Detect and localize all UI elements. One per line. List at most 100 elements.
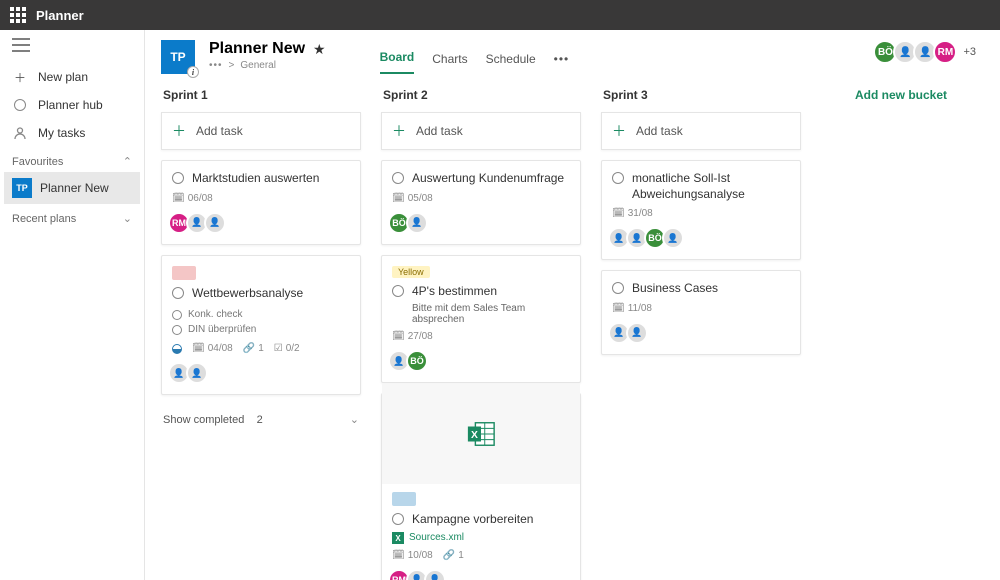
checklist-icon: ☑ [274, 343, 283, 354]
nav-label: New plan [38, 70, 88, 84]
complete-toggle[interactable] [172, 287, 184, 299]
section-label: Recent plans [12, 213, 76, 225]
task-card[interactable]: X Kampagne vorbereiten X Sources.xml 🗓10… [381, 393, 581, 580]
category-swatch [172, 266, 196, 280]
assignee-avatar[interactable]: 👤 [406, 212, 428, 234]
tab-charts[interactable]: Charts [432, 52, 467, 74]
show-completed-toggle[interactable]: Show completed 2 ⌄ [161, 405, 361, 434]
excel-icon: X [466, 419, 496, 449]
attachment-icon: 🔗 [243, 343, 255, 354]
task-card[interactable]: Auswertung Kundenumfrage 🗓05/08 BÖ 👤 [381, 160, 581, 245]
task-title: Marktstudien auswerten [192, 171, 319, 187]
plan-header: TP i Planner New ★ ••• > General Board C… [145, 30, 1000, 74]
checklist-item[interactable]: DIN überprüfen [172, 322, 350, 337]
assignee-list[interactable]: 👤 👤 [612, 322, 790, 344]
assignee-avatar[interactable]: 👤 [204, 212, 226, 234]
favourites-section-toggle[interactable]: Favourites ⌃ [0, 147, 144, 172]
attachment-link[interactable]: X Sources.xml [392, 532, 570, 544]
task-title: monatliche Soll-Ist Abweichungsanalyse [632, 171, 790, 202]
calendar-icon: 🗓 [192, 343, 205, 354]
attachment-preview: X [382, 384, 580, 484]
svg-text:X: X [395, 534, 401, 543]
svg-text:X: X [471, 430, 478, 441]
add-task-label: Add task [416, 124, 463, 138]
chevron-down-icon: ⌄ [350, 413, 359, 426]
task-title: Wettbewerbsanalyse [192, 286, 303, 302]
left-nav: ＋ New plan Planner hub My tasks Favourit… [0, 30, 145, 580]
nav-planner-hub[interactable]: Planner hub [0, 91, 144, 119]
bucket-title[interactable]: Sprint 1 [161, 84, 361, 112]
breadcrumb[interactable]: ••• > General [209, 60, 326, 71]
assignee-list[interactable]: 👤 👤 BÖ 👤 [612, 227, 790, 249]
assignee-list[interactable]: RM 👤 👤 [172, 212, 350, 234]
assignee-avatar[interactable]: 👤 [626, 322, 648, 344]
complete-toggle[interactable] [612, 172, 624, 184]
view-tabs: Board Charts Schedule ••• [380, 40, 570, 74]
assignee-list[interactable]: RM 👤 👤 [392, 569, 570, 580]
section-label: Favourites [12, 156, 63, 168]
board: Sprint 1 ＋ Add task Marktstudien auswert… [145, 74, 1000, 580]
breadcrumb-separator: > [229, 60, 235, 71]
add-task-button[interactable]: ＋ Add task [161, 112, 361, 150]
members-facepile[interactable]: BÖ 👤 👤 RM +3 [877, 40, 984, 64]
bucket: Sprint 1 ＋ Add task Marktstudien auswert… [161, 84, 361, 434]
bucket: Sprint 2 ＋ Add task Auswertung Kundenumf… [381, 84, 581, 580]
nav-label: My tasks [38, 126, 85, 140]
info-badge-icon[interactable]: i [187, 66, 199, 78]
bucket-title[interactable]: Sprint 3 [601, 84, 801, 112]
task-card[interactable]: monatliche Soll-Ist Abweichungsanalyse 🗓… [601, 160, 801, 260]
collapse-nav-button[interactable] [0, 30, 144, 63]
plus-icon: ＋ [612, 121, 626, 141]
add-task-label: Add task [636, 124, 683, 138]
add-task-button[interactable]: ＋ Add task [381, 112, 581, 150]
task-card[interactable]: Wettbewerbsanalyse Konk. check DIN überp… [161, 255, 361, 396]
complete-toggle[interactable] [392, 285, 404, 297]
bucket: Sprint 3 ＋ Add task monatliche Soll-Ist … [601, 84, 801, 365]
app-launcher-icon[interactable] [10, 7, 26, 23]
plan-tile-icon: TP i [161, 40, 195, 74]
tab-more-icon[interactable]: ••• [554, 52, 570, 74]
favourite-plan-label: Planner New [40, 181, 109, 195]
complete-toggle[interactable] [392, 172, 404, 184]
complete-toggle[interactable] [392, 513, 404, 525]
favourite-plan-item[interactable]: TP Planner New [4, 172, 140, 204]
add-task-button[interactable]: ＋ Add task [601, 112, 801, 150]
nav-new-plan[interactable]: ＋ New plan [0, 63, 144, 91]
calendar-icon: 🗓 [392, 550, 405, 561]
assignee-list[interactable]: 👤 👤 [172, 362, 350, 384]
complete-toggle[interactable] [172, 172, 184, 184]
favourite-star-icon[interactable]: ★ [313, 41, 326, 58]
assignee-avatar[interactable]: 👤 [424, 569, 446, 580]
complete-toggle[interactable] [612, 282, 624, 294]
checklist-item[interactable]: Konk. check [172, 307, 350, 322]
calendar-icon: 🗓 [392, 193, 405, 204]
add-bucket-button[interactable]: Add new bucket [851, 84, 951, 106]
due-date: 🗓11/08 [612, 303, 652, 314]
recent-section-toggle[interactable]: Recent plans ⌄ [0, 204, 144, 229]
task-note: Bitte mit dem Sales Team absprechen [412, 303, 570, 325]
attachment-count: 🔗1 [443, 550, 464, 561]
assignee-list[interactable]: 👤 BÖ [392, 350, 570, 372]
tab-board[interactable]: Board [380, 50, 415, 74]
assignee-avatar[interactable]: 👤 [186, 362, 208, 384]
person-icon [12, 125, 28, 141]
task-title: Business Cases [632, 281, 718, 297]
task-card[interactable]: Business Cases 🗓11/08 👤 👤 [601, 270, 801, 355]
member-avatar[interactable]: RM [933, 40, 957, 64]
tab-schedule[interactable]: Schedule [486, 52, 536, 74]
checklist: Konk. check DIN überprüfen [172, 307, 350, 337]
suite-header: Planner [0, 0, 1000, 30]
member-overflow-count[interactable]: +3 [963, 46, 976, 58]
task-card[interactable]: Marktstudien auswerten 🗓 06/08 RM 👤 👤 [161, 160, 361, 245]
assignee-list[interactable]: BÖ 👤 [392, 212, 570, 234]
breadcrumb-group: General [240, 60, 276, 71]
plan-title: Planner New [209, 40, 305, 58]
nav-my-tasks[interactable]: My tasks [0, 119, 144, 147]
checklist-count: ☑0/2 [274, 343, 300, 354]
due-date: 🗓 06/08 [172, 193, 213, 204]
assignee-avatar[interactable]: 👤 [662, 227, 684, 249]
task-card[interactable]: Yellow 4P's bestimmen Bitte mit dem Sale… [381, 255, 581, 384]
chevron-up-icon: ⌃ [123, 155, 132, 168]
assignee-avatar[interactable]: BÖ [406, 350, 428, 372]
bucket-title[interactable]: Sprint 2 [381, 84, 581, 112]
